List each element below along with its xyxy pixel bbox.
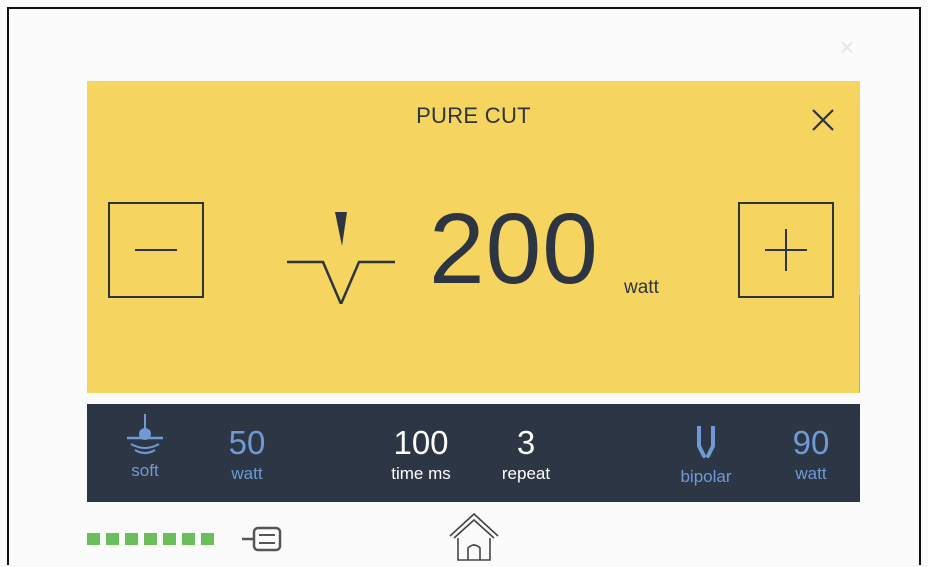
pure-cut-panel: PURE CUT 200 watt — [87, 81, 860, 393]
time-setting[interactable]: 100 time ms — [379, 426, 463, 484]
repeat-label: repeat — [501, 464, 551, 483]
close-icon[interactable] — [808, 105, 838, 135]
coag-value: 50 — [228, 424, 266, 461]
repeat-setting[interactable]: 3 repeat — [493, 426, 559, 484]
power-unit: watt — [624, 277, 659, 298]
minus-icon — [135, 249, 177, 251]
time-label: time ms — [391, 464, 451, 483]
status-led — [182, 533, 195, 545]
status-led — [87, 533, 100, 545]
status-led — [106, 533, 119, 545]
bipolar-label: bipolar — [680, 467, 732, 486]
coag-mode-label: soft — [131, 461, 159, 480]
power-value: 200 — [429, 193, 599, 305]
bipolar-power[interactable]: 90 watt — [781, 426, 841, 484]
bipolar-forceps-icon — [697, 424, 715, 458]
panel-title: PURE CUT — [416, 103, 531, 128]
coag-power[interactable]: 50 watt — [217, 426, 277, 484]
plug-connector-icon — [242, 525, 290, 553]
soft-coag-electrode-icon — [127, 414, 163, 454]
time-value: 100 — [393, 424, 449, 461]
background-close-icon: × — [839, 32, 855, 62]
plus-icon — [765, 229, 807, 271]
coag-unit: watt — [231, 464, 263, 483]
divider — [859, 295, 860, 393]
repeat-value: 3 — [516, 424, 536, 461]
settings-bar: soft 50 watt 100 time ms 3 repeat bipola… — [87, 404, 860, 502]
bipolar-mode[interactable]: bipolar — [671, 424, 741, 487]
soft-coag-mode[interactable]: soft — [113, 414, 177, 481]
bipolar-value: 90 — [792, 424, 830, 461]
bipolar-unit: watt — [795, 464, 827, 483]
status-led — [163, 533, 176, 545]
cut-waveform-icon — [287, 212, 399, 308]
status-led — [125, 533, 138, 545]
decrease-power-button[interactable] — [108, 202, 204, 298]
status-leds — [87, 533, 214, 545]
increase-power-button[interactable] — [738, 202, 834, 298]
home-icon[interactable] — [446, 512, 502, 562]
status-led — [201, 533, 214, 545]
status-led — [144, 533, 157, 545]
